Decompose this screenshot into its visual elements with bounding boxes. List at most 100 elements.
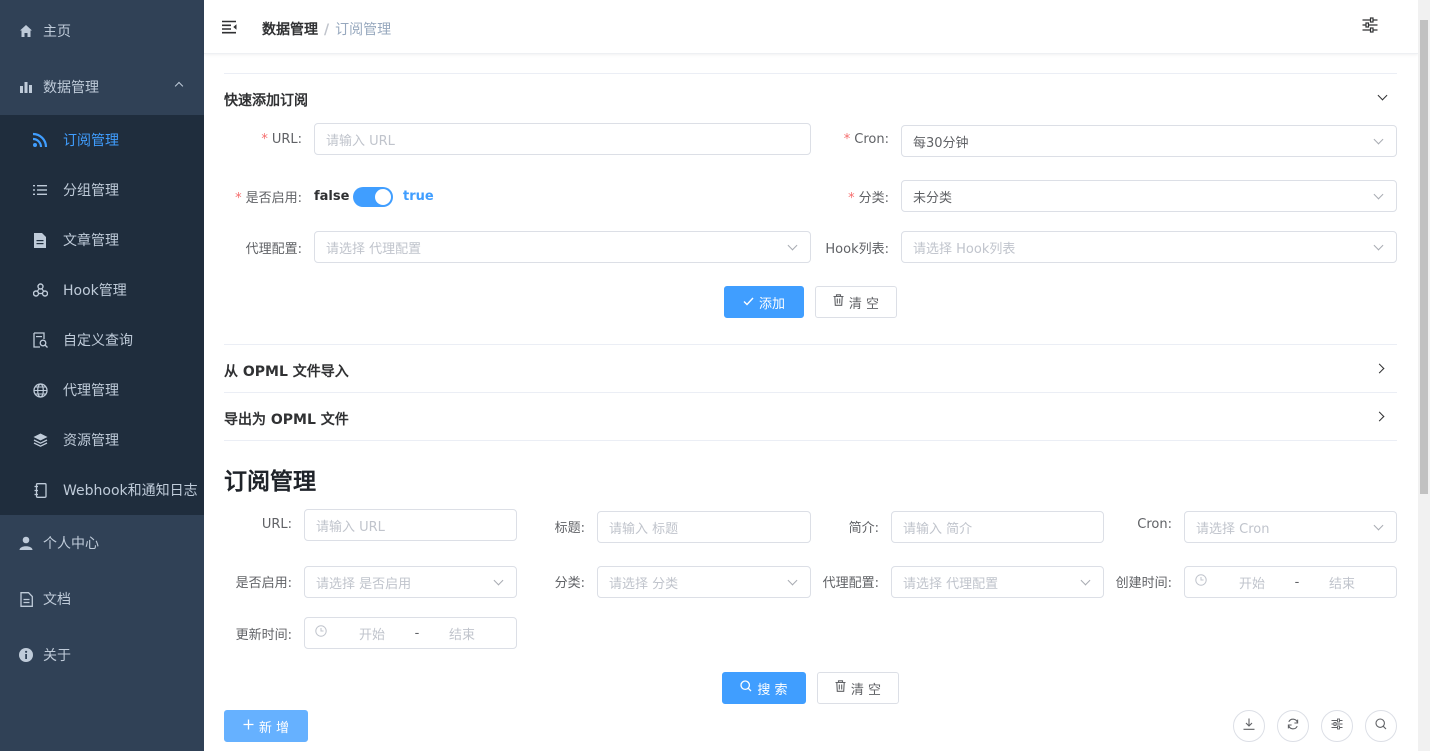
sidebar-item-label: 关于 [43,648,71,664]
trash-icon [833,294,844,310]
settings-sliders-icon[interactable] [1362,17,1378,37]
collapse-menu-icon[interactable] [221,20,238,38]
date-range-start[interactable]: 开始 [337,624,407,643]
info-icon [18,647,34,663]
divider [224,73,1397,74]
divider [224,392,1397,393]
search-enabled-label: 是否启用: [235,576,292,591]
add-button[interactable]: 添加 [724,286,804,318]
download-button[interactable] [1233,710,1265,742]
search-url-label: URL: [261,517,292,532]
list-icon [32,182,48,198]
scrollbar-thumb[interactable] [1420,20,1428,494]
switch-off-label[interactable]: false [314,189,349,204]
switch-on-label[interactable]: true [403,189,434,204]
page-title: 订阅管理 [224,469,316,495]
search-desc-input[interactable]: 请输入 简介 [891,511,1104,543]
download-icon [1243,718,1255,734]
vertical-scrollbar[interactable] [1418,0,1430,751]
sidebar-item-home[interactable]: 主页 [0,3,204,59]
clock-icon [1195,574,1209,590]
toggle-search-button[interactable] [1365,710,1397,742]
search-url-input[interactable]: 请输入 URL [304,509,517,541]
export-opml-header[interactable]: 导出为 OPML 文件 [224,409,349,429]
import-opml-header[interactable]: 从 OPML 文件导入 [224,361,349,381]
sidebar-item-resources[interactable]: 资源管理 [0,415,204,465]
url-label: * URL: [261,132,302,147]
sidebar-item-hooks[interactable]: Hook管理 [0,265,204,315]
sidebar-item-subscriptions[interactable]: 订阅管理 [0,115,204,165]
refresh-button[interactable] [1277,710,1309,742]
proxy-label: 代理配置: [245,242,302,257]
sidebar-item-label: 代理管理 [63,383,119,399]
user-icon [18,535,34,551]
search-proxy-select[interactable]: 请选择 代理配置 [891,566,1104,598]
hook-list-label: Hook列表: [825,242,889,257]
category-select[interactable]: 未分类 [901,180,1397,212]
sidebar: 主页 数据管理 订阅管理 分组管理 文章管理 Hook管理 自定义查询 代理管理… [0,0,204,751]
date-range-end[interactable]: 结束 [427,624,497,643]
check-icon [743,295,754,310]
search-enabled-select[interactable]: 请选择 是否启用 [304,566,517,598]
date-range-separator: - [1294,574,1300,590]
sidebar-item-about[interactable]: 关于 [0,627,204,683]
search-title-input[interactable]: 请输入 标题 [597,511,811,543]
sidebar-item-proxy[interactable]: 代理管理 [0,365,204,415]
trash-icon [835,680,846,696]
created-date-range[interactable]: 开始 - 结束 [1184,566,1397,598]
search-category-label: 分类: [554,576,585,591]
divider [224,440,1397,441]
chevron-right-icon[interactable] [1374,411,1385,422]
enabled-switch[interactable] [353,187,393,207]
date-range-start[interactable]: 开始 [1217,573,1287,592]
search-proxy-label: 代理配置: [822,576,879,591]
search-created-label: 创建时间: [1115,576,1172,591]
cron-select[interactable]: 每30分钟 [901,125,1397,157]
search-cron-select[interactable]: 请选择 Cron [1184,511,1397,543]
date-range-end[interactable]: 结束 [1307,573,1377,592]
divider [224,344,1397,345]
sidebar-item-docs[interactable]: 文档 [0,571,204,627]
refresh-icon [1287,718,1299,734]
chevron-up-icon [174,81,184,91]
chevron-right-icon[interactable] [1374,363,1385,374]
hook-network-icon [32,282,48,298]
sidebar-item-label: Hook管理 [63,283,127,299]
column-settings-button[interactable] [1321,710,1353,742]
breadcrumb-item-current: 订阅管理 [335,22,392,38]
sidebar-item-personal[interactable]: 个人中心 [0,515,204,571]
chevron-down-icon [1373,240,1384,251]
search-clear-button[interactable]: 清 空 [817,672,899,704]
sidebar-item-webhook-logs[interactable]: Webhook和通知日志 [0,465,204,515]
chevron-down-icon [787,240,798,251]
proxy-select[interactable]: 请选择 代理配置 [314,231,811,263]
cron-label: * Cron: [843,132,889,147]
date-range-separator: - [414,625,420,641]
sliders-icon [1331,718,1343,734]
sidebar-item-label: 资源管理 [63,433,119,449]
search-desc-label: 简介: [848,521,879,536]
sidebar-item-custom-query[interactable]: 自定义查询 [0,315,204,365]
sidebar-item-groups[interactable]: 分组管理 [0,165,204,215]
hook-list-select[interactable]: 请选择 Hook列表 [901,231,1397,263]
search-icon [740,680,752,696]
chevron-down-icon [1373,520,1384,531]
url-input[interactable]: 请输入 URL [314,123,811,155]
search-category-select[interactable]: 请选择 分类 [597,566,811,598]
sidebar-item-articles[interactable]: 文章管理 [0,215,204,265]
new-button[interactable]: 新 增 [224,710,308,742]
main-content: 快速添加订阅 * URL: 请输入 URL * Cron: 每30分钟 * 是否启用:… [204,54,1418,751]
breadcrumb-separator: / [324,22,330,38]
updated-date-range[interactable]: 开始 - 结束 [304,617,517,649]
sidebar-item-label: 主页 [43,24,71,40]
clear-button[interactable]: 清 空 [815,286,897,318]
file-text-icon [18,591,34,607]
breadcrumb-item-data-management[interactable]: 数据管理 [262,22,318,38]
sidebar-item-label: 个人中心 [43,536,99,552]
app-root: 主页 数据管理 订阅管理 分组管理 文章管理 Hook管理 自定义查询 代理管理… [0,0,1430,751]
quick-add-header[interactable]: 快速添加订阅 [224,90,308,110]
search-button[interactable]: 搜 索 [722,672,806,704]
top-header: 数据管理 / 订阅管理 [204,0,1418,54]
sidebar-item-data-management[interactable]: 数据管理 [0,59,204,115]
chevron-down-icon[interactable] [1377,90,1388,101]
